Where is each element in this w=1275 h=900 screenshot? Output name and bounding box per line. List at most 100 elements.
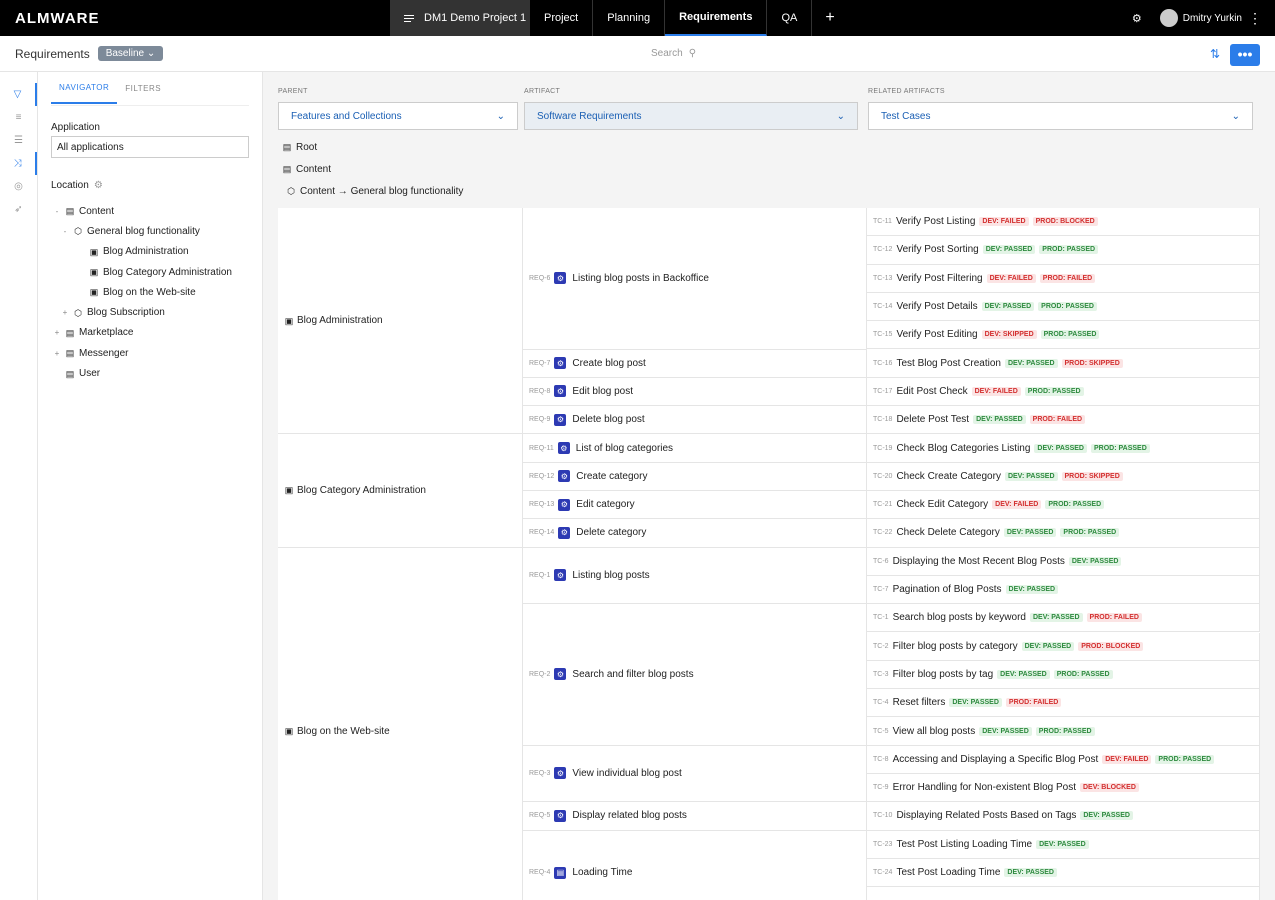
test-case-row[interactable]: TC-20 Check Create Category DEV: PASSED PRO… <box>867 462 1260 491</box>
tab-navigator[interactable]: NAVIGATOR <box>51 73 118 104</box>
test-case-row[interactable]: TC-11 Verify Post Listing DEV: FAILED PROD:… <box>867 208 1260 237</box>
test-case-row[interactable]: TC-5 View all blog posts DEV: PASSED PROD: … <box>867 717 1260 746</box>
test-case-row[interactable]: TC-14 Verify Post Details DEV: PASSED PROD:… <box>867 292 1260 322</box>
test-case-row[interactable]: TC-21 Check Edit Category DEV: FAILED PROD:… <box>867 491 1260 520</box>
requirement-row[interactable]: REQ-7 ⚙ Create blog post <box>523 349 867 378</box>
more-button[interactable]: ••• <box>1230 44 1260 66</box>
req-code: REQ-6 <box>529 274 551 282</box>
test-case-row[interactable]: TC-10 Displaying Related Posts Based on T… <box>867 802 1260 831</box>
test-case-row[interactable]: TC-17 Edit Post Check DEV: FAILED PROD: PAS… <box>867 377 1260 407</box>
requirement-row[interactable]: REQ-3 ⚙ View individual blog post <box>523 745 867 803</box>
application-select[interactable]: All applications <box>51 136 249 158</box>
requirement-row[interactable]: REQ-5 ⚙ Display related blog posts <box>523 802 867 831</box>
tab-planning[interactable]: Planning <box>593 0 666 36</box>
requirement-row[interactable]: REQ-14 ⚙ Delete category <box>523 519 867 548</box>
parent-select[interactable]: Features and Collections ⌄ <box>278 102 518 130</box>
requirement-row[interactable]: REQ-1 ⚙ Listing blog posts <box>523 547 867 605</box>
test-case-row[interactable]: TC-15 Verify Post Editing DEV: SKIPPED PROD… <box>867 321 1260 350</box>
sort-icon[interactable]: ⇅ <box>1210 47 1220 61</box>
test-case-row[interactable]: TC-13 Verify Post Filtering DEV: FAILED PRO… <box>867 264 1260 293</box>
related-select[interactable]: Test Cases ⌄ <box>868 102 1253 130</box>
search-input[interactable]: Search ⚲ <box>651 48 696 59</box>
crumb-general[interactable]: ⬡ Content → General blog functionality <box>278 180 1275 202</box>
test-code: TC-10 <box>873 812 893 820</box>
status-badge: PROD: SKIPPED <box>1061 471 1123 481</box>
test-case-row[interactable]: TC-12 Verify Post Sorting DEV: PASSED PROD:… <box>867 236 1260 265</box>
requirement-row[interactable]: REQ-6 ⚙ Listing blog posts in Backoffice <box>523 208 867 350</box>
test-case-row[interactable]: TC-2 Filter blog posts by category DEV: PA… <box>867 632 1260 661</box>
test-case-row[interactable]: TC-8 Accessing and Displaying a Specific … <box>867 745 1260 774</box>
tree-node[interactable]: ▤ User <box>51 363 249 383</box>
feature-row[interactable]: ▣ Blog Administration <box>278 208 523 435</box>
test-name: Pagination of Blog Posts <box>892 584 1002 596</box>
test-case-row[interactable]: TC-23 Test Post Listing Loading Time DEV: … <box>867 830 1260 859</box>
test-code: TC-22 <box>873 529 893 537</box>
gear-icon[interactable]: ⚙ <box>94 180 103 191</box>
tree-node[interactable]: + ⬡ Blog Subscription <box>51 302 249 322</box>
req-code: REQ-12 <box>529 472 555 480</box>
test-case-row[interactable]: TC-18 Delete Post Test DEV: PASSED PROD: FA… <box>867 406 1260 435</box>
tab-project[interactable]: Project <box>530 0 594 36</box>
target-icon[interactable]: ◎ <box>0 175 37 198</box>
artifact-select[interactable]: Software Requirements ⌄ <box>524 102 858 130</box>
requirement-row[interactable]: REQ-9 ⚙ Delete blog post <box>523 406 867 435</box>
test-case-row[interactable]: TC-9 Error Handling for Non-existent Blog… <box>867 774 1260 803</box>
tree-node[interactable]: - ⬡ General blog functionality <box>51 221 249 241</box>
req-name: Listing blog posts <box>572 569 650 581</box>
test-case-row[interactable]: TC-16 Test Blog Post Creation DEV: PASSED P… <box>867 349 1260 378</box>
requirement-row[interactable]: REQ-11 ⚙ List of blog categories <box>523 434 867 463</box>
shuffle-icon[interactable]: ⤨ <box>0 152 37 175</box>
rocket-icon[interactable]: ➶ <box>0 198 37 221</box>
requirement-gear-icon: ⚙ <box>554 767 567 780</box>
add-tab-icon[interactable]: + <box>812 0 847 36</box>
requirement-row[interactable]: REQ-12 ⚙ Create category <box>523 462 867 491</box>
tree-node[interactable]: ▣ Blog Category Administration <box>51 262 249 282</box>
test-case-row[interactable]: TC-4 Reset filters DEV: PASSED PROD: FAILED <box>867 689 1260 718</box>
tab-filters[interactable]: FILTERS <box>117 74 169 103</box>
req-name: Delete category <box>576 527 647 539</box>
requirement-gear-icon: ⚙ <box>558 526 571 539</box>
tree-node[interactable]: ▣ Blog Administration <box>51 242 249 262</box>
expand-toggle-icon[interactable]: - <box>61 227 69 236</box>
test-case-row[interactable]: TC-3 Filter blog posts by tag DEV: PASSED P… <box>867 660 1260 690</box>
baseline-dropdown[interactable]: Baseline ⌄ <box>97 46 164 61</box>
test-case-row[interactable]: TC-24 Test Post Loading Time DEV: PASSED <box>867 858 1260 888</box>
kebab-icon[interactable]: ⋮ <box>1248 10 1262 27</box>
tree-node[interactable]: - ▤ Content <box>51 201 249 221</box>
test-case-row[interactable]: TC-6 Displaying the Most Recent Blog Post… <box>867 547 1260 576</box>
test-case-row[interactable] <box>867 887 1260 900</box>
tree-node[interactable]: + ▤ Messenger <box>51 343 249 363</box>
requirement-row[interactable]: REQ-8 ⚙ Edit blog post <box>523 377 867 407</box>
status-badge: PROD: FAILED <box>1005 698 1062 708</box>
expand-toggle-icon[interactable]: - <box>53 207 61 216</box>
test-code: TC-9 <box>873 784 889 792</box>
requirement-row[interactable]: REQ-4 ▤ Loading Time <box>523 830 867 900</box>
tree-node[interactable]: + ▤ Marketplace <box>51 323 249 343</box>
crumb-content[interactable]: ▤ Content <box>278 158 1275 180</box>
gear-icon[interactable]: ⚙ <box>1132 12 1142 25</box>
expand-toggle-icon[interactable]: + <box>53 328 61 337</box>
expand-toggle-icon[interactable]: + <box>61 308 69 317</box>
test-case-row[interactable]: TC-7 Pagination of Blog Posts DEV: PASSED <box>867 575 1260 605</box>
requirement-row[interactable]: REQ-2 ⚙ Search and filter blog posts <box>523 604 867 746</box>
tab-qa[interactable]: QA <box>767 0 813 36</box>
requirement-row[interactable]: REQ-13 ⚙ Edit category <box>523 491 867 520</box>
test-name: Error Handling for Non-existent Blog Pos… <box>892 782 1076 794</box>
test-case-row[interactable]: TC-19 Check Blog Categories Listing DEV: P… <box>867 434 1260 463</box>
list-icon[interactable]: ☰ <box>0 129 37 152</box>
top-nav: Project Planning Requirements QA + <box>530 0 848 36</box>
tree-node[interactable]: ▣ Blog on the Web-site <box>51 282 249 302</box>
feature-row[interactable]: ▣ Blog on the Web-site <box>278 547 523 900</box>
tab-requirements[interactable]: Requirements <box>665 0 768 36</box>
crumb-root[interactable]: ▤ Root <box>278 136 1275 158</box>
test-case-row[interactable]: TC-1 Search blog posts by keyword DEV: PAS… <box>867 604 1260 633</box>
expand-toggle-icon[interactable]: + <box>53 349 61 358</box>
feature-name: Blog Category Administration <box>297 484 426 496</box>
user-menu[interactable]: Dmitry Yurkin ⋮ <box>1159 9 1262 27</box>
filter-icon[interactable]: ▽ <box>0 83 37 106</box>
hierarchy-icon[interactable]: ≡ <box>0 106 37 129</box>
req-code: REQ-9 <box>529 416 551 424</box>
project-switcher[interactable]: DM1 Demo Project 1 <box>390 0 530 36</box>
feature-row[interactable]: ▣ Blog Category Administration <box>278 434 523 548</box>
test-case-row[interactable]: TC-22 Check Delete Category DEV: PASSED PRO… <box>867 519 1260 548</box>
